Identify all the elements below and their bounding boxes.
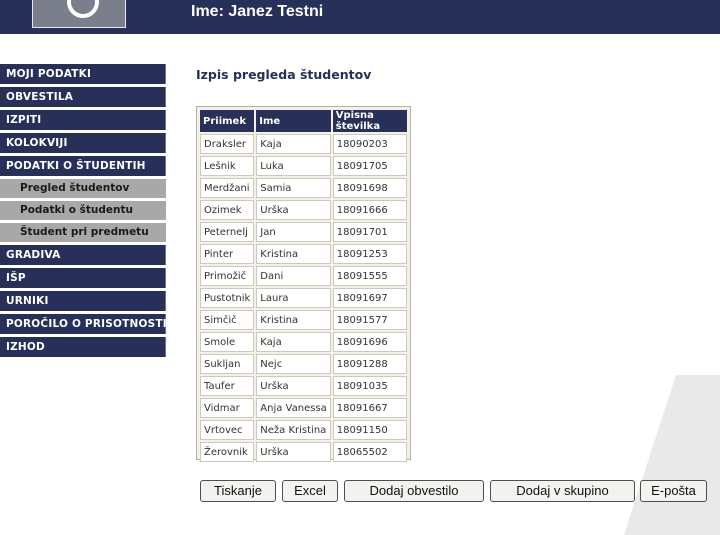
sidebar-item-kolokviji[interactable]: KOLOKVIJI <box>0 133 166 153</box>
table-row: Primožič Dani 18091555 <box>200 266 407 286</box>
table-row: Simčič Kristina 18091577 <box>200 310 407 330</box>
sidebar-item-isp[interactable]: IŠP <box>0 268 166 288</box>
cell-vpisna-stevilka: 18091696 <box>332 332 407 352</box>
cell-ime: Laura <box>256 288 331 308</box>
cell-vpisna-stevilka: 18091701 <box>332 222 407 242</box>
cell-ime: Neža Kristina <box>256 420 331 440</box>
table-header-row: Priimek Ime Vpisna številka <box>200 110 407 132</box>
email-button[interactable]: E-pošta <box>640 480 707 502</box>
table-row: Vidmar Anja Vanessa 18091667 <box>200 398 407 418</box>
sidebar-subitem-student-pri-predmetu[interactable]: Študent pri predmetu <box>0 223 166 242</box>
sidebar-item-izhod[interactable]: IZHOD <box>0 337 166 357</box>
table-row: Sukljan Nejc 18091288 <box>200 354 407 374</box>
cell-ime: Jan <box>256 222 331 242</box>
cell-priimek: Vrtovec <box>200 420 255 440</box>
cell-vpisna-stevilka: 18091667 <box>332 398 407 418</box>
cell-ime: Dani <box>256 266 331 286</box>
cell-priimek: Merdžani <box>200 178 255 198</box>
cell-priimek: Simčič <box>200 310 255 330</box>
cell-priimek: Vidmar <box>200 398 255 418</box>
column-header-priimek: Priimek <box>200 110 255 132</box>
cell-priimek: Peternelj <box>200 222 255 242</box>
cell-ime: Samia <box>256 178 331 198</box>
sidebar-item-urniki[interactable]: URNIKI <box>0 291 166 311</box>
cell-vpisna-stevilka: 18065502 <box>332 442 407 462</box>
students-table: Priimek Ime Vpisna številka Draksler Kaja… <box>198 108 409 464</box>
table-row: Ozimek Urška 18091666 <box>200 200 407 220</box>
cell-priimek: Taufer <box>200 376 255 396</box>
cell-vpisna-stevilka: 18091666 <box>332 200 407 220</box>
sidebar-subitem-pregled-studentov[interactable]: Pregled študentov <box>0 179 166 198</box>
sidebar-menu: MOJI PODATKI OBVESTILA IZPITI KOLOKVIJI … <box>0 64 167 360</box>
cell-vpisna-stevilka: 18091705 <box>332 156 407 176</box>
sidebar-item-gradiva[interactable]: GRADIVA <box>0 245 166 265</box>
table-row: Merdžani Samia 18091698 <box>200 178 407 198</box>
cell-vpisna-stevilka: 18091035 <box>332 376 407 396</box>
table-row: Lešnik Luka 18091705 <box>200 156 407 176</box>
excel-button[interactable]: Excel <box>282 480 338 502</box>
cell-vpisna-stevilka: 18091577 <box>332 310 407 330</box>
cell-ime: Luka <box>256 156 331 176</box>
table-row: Smole Kaja 18091696 <box>200 332 407 352</box>
cell-ime: Kaja <box>256 134 331 154</box>
cell-ime: Nejc <box>256 354 331 374</box>
sidebar-item-porocilo-o-prisotnosti[interactable]: POROČILO O PRISOTNOSTI <box>0 314 167 334</box>
cell-priimek: Pinter <box>200 244 255 264</box>
cell-priimek: Sukljan <box>200 354 255 374</box>
cell-ime: Kristina <box>256 310 331 330</box>
cell-vpisna-stevilka: 18091288 <box>332 354 407 374</box>
cell-ime: Urška <box>256 442 331 462</box>
table-row: Žerovnik Urška 18065502 <box>200 442 407 462</box>
cell-priimek: Žerovnik <box>200 442 255 462</box>
students-table-container: Priimek Ime Vpisna številka Draksler Kaja… <box>196 106 411 462</box>
page-title: Izpis pregleda študentov <box>196 67 372 82</box>
table-body: Draksler Kaja 18090203 Lešnik Luka 18091705 Me… <box>200 134 407 462</box>
cell-ime: Urška <box>256 200 331 220</box>
sidebar-item-podatki-o-studentih[interactable]: PODATKI O ŠTUDENTIH <box>0 156 166 176</box>
cell-priimek: Pustotnik <box>200 288 255 308</box>
cell-vpisna-stevilka: 18091697 <box>332 288 407 308</box>
column-header-ime: Ime <box>256 110 331 132</box>
sidebar-item-moji-podatki[interactable]: MOJI PODATKI <box>0 64 166 84</box>
add-notice-button[interactable]: Dodaj obvestilo <box>344 480 484 502</box>
cell-priimek: Lešnik <box>200 156 255 176</box>
cell-priimek: Smole <box>200 332 255 352</box>
cell-vpisna-stevilka: 18091555 <box>332 266 407 286</box>
cell-vpisna-stevilka: 18091253 <box>332 244 407 264</box>
table-row: Taufer Urška 18091035 <box>200 376 407 396</box>
cell-vpisna-stevilka: 18091698 <box>332 178 407 198</box>
cell-vpisna-stevilka: 18090203 <box>332 134 407 154</box>
cell-priimek: Draksler <box>200 134 255 154</box>
logo-mark-icon <box>67 0 99 18</box>
header-bar: Ime: Janez Testni <box>0 0 720 34</box>
table-row: Vrtovec Neža Kristina 18091150 <box>200 420 407 440</box>
column-header-vpisna-stevilka: Vpisna številka <box>332 110 407 132</box>
cell-priimek: Primožič <box>200 266 255 286</box>
sidebar-item-izpiti[interactable]: IZPITI <box>0 110 166 130</box>
user-title: Ime: Janez Testni <box>191 3 324 20</box>
table-row: Pinter Kristina 18091253 <box>200 244 407 264</box>
decorative-slash <box>624 375 720 535</box>
table-row: Pustotnik Laura 18091697 <box>200 288 407 308</box>
cell-ime: Kristina <box>256 244 331 264</box>
add-to-group-button[interactable]: Dodaj v skupino <box>490 480 635 502</box>
table-row: Draksler Kaja 18090203 <box>200 134 407 154</box>
cell-ime: Urška <box>256 376 331 396</box>
table-row: Peternelj Jan 18091701 <box>200 222 407 242</box>
print-button[interactable]: Tiskanje <box>200 480 276 502</box>
sidebar-subitem-podatki-o-studentu[interactable]: Podatki o študentu <box>0 201 166 220</box>
sidebar-item-obvestila[interactable]: OBVESTILA <box>0 87 166 107</box>
logo <box>32 0 126 28</box>
cell-vpisna-stevilka: 18091150 <box>332 420 407 440</box>
cell-ime: Kaja <box>256 332 331 352</box>
cell-ime: Anja Vanessa <box>256 398 331 418</box>
cell-priimek: Ozimek <box>200 200 255 220</box>
